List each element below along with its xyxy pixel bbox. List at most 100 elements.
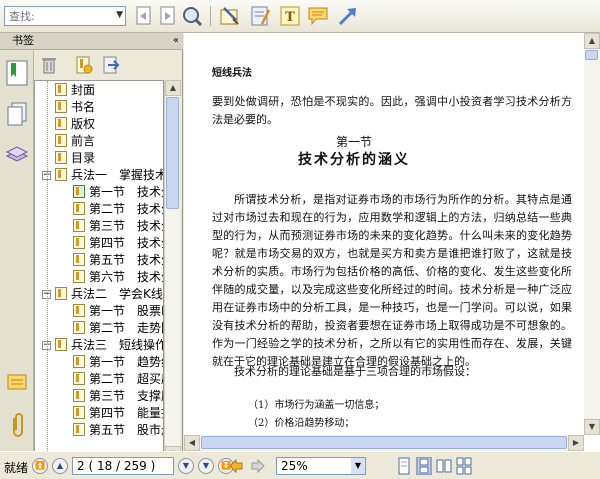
continuous-facing-view-icon[interactable] [456,457,472,475]
bookmark-item[interactable]: 第五节 技术分 [73,252,163,269]
zoom-select[interactable]: 25% ▼ [276,457,366,475]
arrow-tool-icon[interactable] [336,4,360,28]
bookmark-label: 封面 [71,83,96,97]
text-tool-icon[interactable]: T [278,4,302,28]
bookmark-item[interactable]: 第二节 技术分 [73,201,163,218]
bookmark-icon [55,134,67,147]
find-options-icon[interactable] [180,4,204,28]
find-previous-icon[interactable] [132,4,156,28]
page-dropdown-icon[interactable]: ▼ [178,458,194,474]
go-back-icon[interactable] [228,458,244,474]
pages-tab-icon[interactable] [5,102,29,128]
bookmark-icon [55,100,67,113]
zoom-dropdown-icon[interactable]: ▼ [351,458,365,474]
find-next-icon[interactable] [156,4,180,28]
bookmarks-panel: 书签 « 封面 书名 版权 前言 目录 − 兵法一 掌握技术 第一节 技术 第二… [0,33,183,478]
bookmark-item[interactable]: 第六节 技术分 [73,269,163,286]
bookmark-tree-vertical-scrollbar[interactable]: ▲ ▼ [164,80,181,462]
bookmark-label: 第一节 技术分 [89,185,163,199]
search-field[interactable]: ▼ [4,6,126,26]
bookmark-label: 兵法一 掌握技术 [71,168,164,182]
first-page-icon[interactable]: ⏫ [32,458,48,474]
document-vertical-scrollbar[interactable]: ▲ ▼ [584,33,600,435]
bookmark-item[interactable]: 第一节 股票K [73,303,163,320]
bookmark-item[interactable]: 第一节 趋势线 [73,354,163,371]
bookmark-item[interactable]: 第四节 技术分 [73,235,163,252]
bookmark-item[interactable]: 第一节 技术分 [73,184,163,201]
bookmark-label: 第六节 技术分 [89,270,163,284]
layers-tab-icon[interactable] [5,142,29,168]
bookmark-item[interactable]: − 兵法一 掌握技术 [42,167,164,184]
note-tool-icon[interactable] [248,4,272,28]
bookmark-icon [55,168,67,181]
scroll-thumb[interactable] [585,50,598,60]
scroll-up-icon[interactable]: ▲ [165,80,181,96]
search-dropdown-icon[interactable]: ▼ [116,10,123,20]
bookmark-item[interactable]: 第三节 支撑压 [73,388,163,405]
go-forward-icon[interactable] [250,458,266,474]
toolbar-separator [210,6,211,26]
bookmark-label: 第二节 走势图 [89,321,163,335]
scroll-right-icon[interactable]: ▶ [568,435,584,451]
bookmark-icon [73,185,85,198]
bookmark-item[interactable]: 第二节 走势图 [73,320,163,337]
delete-bookmark-icon[interactable] [41,56,57,74]
bookmark-item[interactable]: − 兵法三 短线操作 [42,337,163,354]
bookmark-label: 第五节 技术分 [89,253,163,267]
bookmark-item[interactable]: 前言 [55,133,95,150]
status-text: 就绪 [4,461,29,475]
bookmark-item[interactable]: 第五节 股市走 [73,422,163,439]
paragraph: 要到处做调研，恐怕是不现实的。因此，强调中小投资者学习技术分析方法是必要的。 [212,95,572,126]
collapse-panel-icon[interactable]: « [173,33,179,49]
bookmark-tree[interactable]: 封面书名版权前言目录 −兵法一 掌握技术第一节 技术分第二节 技术分第三节 技术分… [34,80,164,462]
single-page-view-icon[interactable] [396,457,412,475]
search-input[interactable] [5,7,105,25]
bookmark-item[interactable]: 第四节 能量指 [73,405,163,422]
bookmark-icon [55,83,67,96]
comments-tab-icon[interactable] [5,372,29,398]
panel-side-tabs [0,50,34,451]
bookmark-label: 书名 [71,100,96,114]
document-page: 短线兵法 要到处做调研，恐怕是不现实的。因此，强调中小投资者学习技术分析方法是必… [184,33,584,433]
main-toolbar: ▼ T [0,0,600,33]
bookmark-item[interactable]: 目录 [55,150,95,167]
bookmark-icon [55,151,67,164]
bookmark-icon [73,406,85,419]
bookmark-item[interactable]: 第三节 技术分 [73,218,163,235]
bookmark-icon [73,304,85,317]
running-header: 短线兵法 [212,68,252,79]
document-view[interactable]: 短线兵法 要到处做调研，恐怕是不现实的。因此，强调中小投资者学习技术分析方法是必… [184,33,600,451]
continuous-view-icon[interactable] [416,457,432,475]
bookmark-item[interactable]: 第二节 超买超 [73,371,163,388]
bookmark-icon [73,270,85,283]
goto-bookmark-icon[interactable] [102,56,120,74]
section-number: 第一节 [335,135,372,149]
page-number-field[interactable]: 2 ( 18 / 259 ) [72,457,174,475]
bookmark-item[interactable]: 封面 [55,82,95,99]
next-page-icon[interactable]: ▼ [198,458,214,474]
bookmark-icon [73,202,85,215]
scroll-left-icon[interactable]: ◀ [184,435,200,451]
list-item: （1）市场行为涵盖一切信息； [248,400,385,411]
new-bookmark-icon[interactable] [75,56,93,74]
bookmark-item[interactable]: 版权 [55,116,95,133]
previous-page-icon[interactable]: ▲ [52,458,68,474]
bookmark-icon [73,321,85,334]
paragraph: 所谓技术分析，是指对证券市场的市场行为所作的分析。其特点是通过对市场过去和现在的… [212,193,572,368]
scroll-up-icon[interactable]: ▲ [584,33,600,49]
bookmark-icon [73,389,85,402]
scroll-thumb[interactable] [166,97,179,209]
bookmarks-tab-icon[interactable] [5,60,29,86]
scroll-down-icon[interactable]: ▼ [584,419,600,435]
bookmark-icon [55,117,67,130]
bookmark-label: 兵法二 学会K线 [71,287,163,301]
scroll-thumb[interactable] [201,436,567,449]
bookmark-item[interactable]: − 兵法二 学会K线 [42,286,163,303]
select-tool-icon[interactable] [218,4,242,28]
bookmark-item[interactable]: 书名 [55,99,95,116]
facing-view-icon[interactable] [436,457,452,475]
comment-tool-icon[interactable] [306,4,330,28]
attachments-tab-icon[interactable] [5,412,29,438]
list-item: （2）价格沿趋势移动； [248,418,355,429]
document-horizontal-scrollbar[interactable]: ◀ ▶ [184,435,584,451]
